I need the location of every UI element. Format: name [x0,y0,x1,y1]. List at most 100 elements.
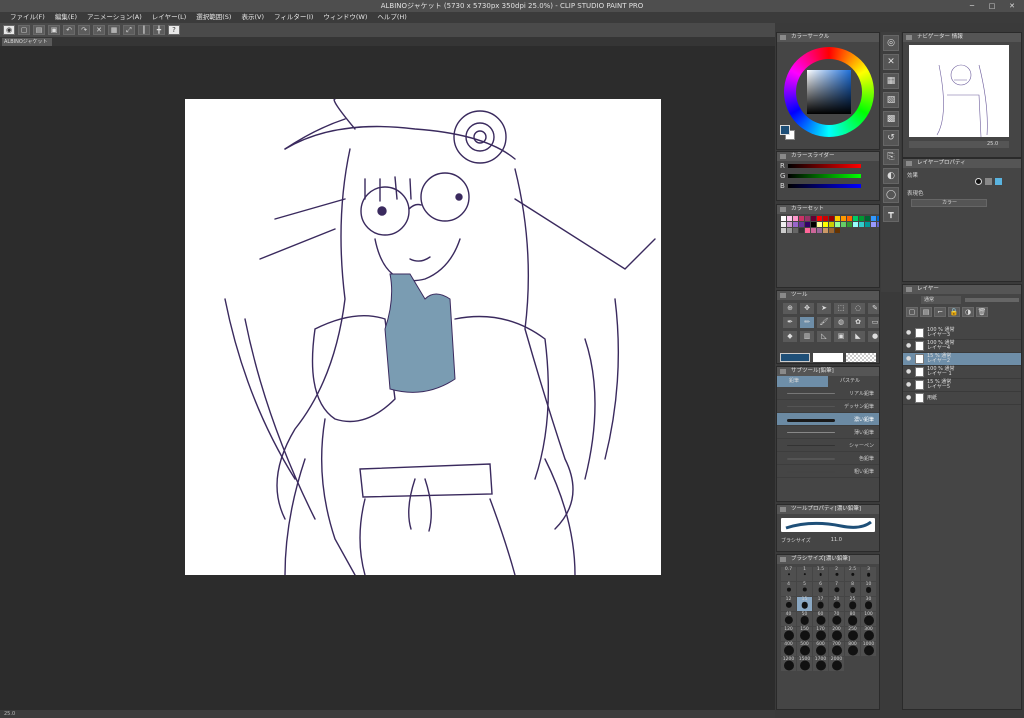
layer-row[interactable]: ● 100 % 通常 レイヤー4 [903,340,1021,353]
brush-size-cell[interactable]: 2 [829,567,844,581]
color-swatch[interactable] [847,222,852,227]
close-button[interactable]: ✕ [1008,2,1016,10]
color-swatch[interactable] [835,228,840,233]
menu-view[interactable]: 表示(V) [236,12,269,23]
eye-icon[interactable]: ● [906,356,912,362]
color-swatch[interactable] [817,228,822,233]
material-dock-icon[interactable]: ✕ [883,54,899,70]
sub-color-chip[interactable] [813,353,843,362]
eraser-tool-icon[interactable]: ▭ [868,317,879,328]
brush-size-cell[interactable]: 25 [845,597,860,611]
layer-row[interactable]: ● 15 % 通常 レイヤー5 [903,379,1021,392]
color-swatch[interactable] [853,216,858,221]
menu-selection[interactable]: 選択範囲(S) [191,12,236,23]
zoom-tool-icon[interactable]: ⊕ [783,303,797,314]
color-swatch[interactable] [793,216,798,221]
info-dock-icon[interactable]: ◐ [883,168,899,184]
eyedropper-icon[interactable]: ✎ [868,303,879,314]
brush-size-cell[interactable]: 1.5 [813,567,828,581]
clip-icon[interactable]: ⌐ [934,307,946,317]
color-swatch[interactable] [781,228,786,233]
eye-icon[interactable]: ● [906,330,912,336]
brush-size-cell[interactable]: 1200 [781,657,796,671]
brush-size-cell[interactable]: 200 [829,627,844,641]
color-swatch[interactable] [817,216,822,221]
brush-size-cell[interactable]: 4 [781,582,796,596]
tab-pencil[interactable]: 鉛筆 [777,376,828,387]
snap-icon[interactable]: ╋ [153,25,165,35]
brush-size-cell[interactable]: 5 [797,582,812,596]
tone-effect-icon[interactable] [985,178,992,185]
menu-window[interactable]: ウィンドウ(W) [318,12,372,23]
brush-size-cell[interactable]: 150 [797,627,812,641]
brush-size-cell[interactable]: 1700 [813,657,828,671]
pencil-tool-icon[interactable]: ✏ [800,317,814,328]
canvas-area[interactable] [0,46,775,710]
balloon-tool-icon[interactable]: ● [868,331,879,342]
eye-icon[interactable]: ● [906,343,912,349]
brush-size-cell[interactable]: 40 [781,612,796,626]
ruler-tool-icon[interactable]: ◣ [851,331,865,342]
brush-size-cell[interactable]: 800 [845,642,860,656]
brush-size-cell[interactable]: 1 [797,567,812,581]
main-color-chip[interactable] [780,353,810,362]
color-swatch[interactable] [793,228,798,233]
blend-mode-select[interactable]: 通常 [921,296,961,304]
brush-size-value[interactable]: 11.0 [831,537,842,544]
open-icon[interactable]: ▤ [33,25,45,35]
brush-size-cell[interactable]: 600 [813,642,828,656]
color-swatch[interactable] [841,216,846,221]
layer-row[interactable]: ● 100 % 通常 レイヤー 1 [903,366,1021,379]
lock-icon[interactable]: 🔒 [948,307,960,317]
menu-layer[interactable]: レイヤー(L) [147,12,192,23]
brush-size-cell[interactable]: 2000 [829,657,844,671]
saturation-value-square[interactable] [807,70,851,114]
color-swatch-grid[interactable] [777,214,879,235]
menu-animation[interactable]: アニメーション(A) [82,12,147,23]
subtool-item[interactable]: リアル鉛筆 [777,387,879,400]
brush-size-cell[interactable]: 3 [861,567,876,581]
new-layer-icon[interactable]: ▢ [906,307,918,317]
lasso-tool-icon[interactable]: ◌ [851,303,865,314]
brush-size-cell[interactable]: 12 [781,597,796,611]
fill-tool-icon[interactable]: ◆ [783,331,797,342]
layer-row-active[interactable]: ● 15 % 通常 レイヤー2 [903,353,1021,366]
navigator-info-tab[interactable]: 情報 [952,34,963,40]
color-swatch[interactable] [853,222,858,227]
brush-size-cell[interactable]: 15 [797,597,812,611]
brush-size-cell[interactable]: 7 [829,582,844,596]
brush-size-cell[interactable]: 1000 [861,642,876,656]
brush-size-cell[interactable]: 20 [829,597,844,611]
color-swatch[interactable] [865,222,870,227]
new-icon[interactable]: ▢ [18,25,30,35]
color-swatch[interactable] [829,228,834,233]
copy-dock-icon[interactable]: ⎘ [883,149,899,165]
color-swatch[interactable] [817,222,822,227]
slider-g[interactable]: G [777,171,879,181]
brush-size-cell[interactable]: 10 [861,582,876,596]
brush-tool-icon[interactable]: 🖌 [817,317,831,328]
eye-icon[interactable]: ● [906,382,912,388]
color-swatch[interactable] [835,216,840,221]
brush-size-cell[interactable]: 17 [813,597,828,611]
color-swatch[interactable] [859,222,864,227]
tab-pastel[interactable]: パステル [828,376,879,387]
save-icon[interactable]: ▣ [48,25,60,35]
history-dock-icon[interactable]: ↺ [883,130,899,146]
brush-size-cell[interactable]: 60 [813,612,828,626]
delete-layer-icon[interactable]: 🗑 [976,307,988,317]
border-effect-icon[interactable] [975,178,982,185]
color-swatch[interactable] [823,216,828,221]
color-swatch[interactable] [805,222,810,227]
brush-size-cell[interactable]: 1500 [797,657,812,671]
color-swatch[interactable] [787,222,792,227]
mask-icon[interactable]: ◑ [962,307,974,317]
menu-edit[interactable]: 編集(E) [50,12,82,23]
opacity-slider[interactable] [965,298,1019,302]
color-swatch[interactable] [877,216,879,221]
drawing-canvas[interactable] [185,99,661,575]
color-swatch[interactable] [787,216,792,221]
new-folder-icon[interactable]: ▤ [920,307,932,317]
brush-size-cell[interactable]: 50 [797,612,812,626]
figure-tool-icon[interactable]: ◺ [817,331,831,342]
